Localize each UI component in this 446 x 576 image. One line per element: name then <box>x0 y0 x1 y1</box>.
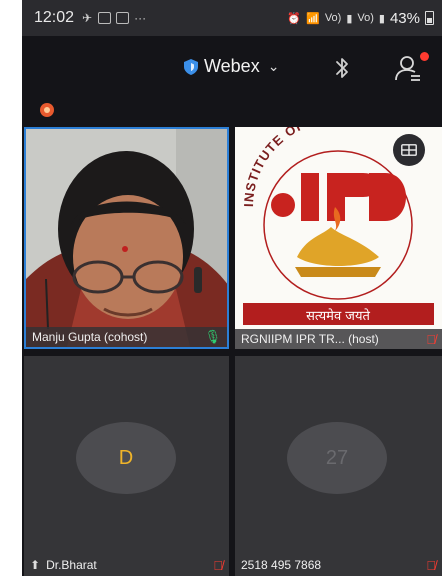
overflow-indicator: ··· <box>134 11 147 25</box>
battery-icon <box>425 11 434 25</box>
logo-footer-text: सत्यमेव जयते <box>306 308 370 324</box>
participant-name: RGNIIPM IPR TR... (host) <box>241 332 379 346</box>
participants-icon[interactable] <box>394 54 422 82</box>
chevron-down-icon: ⌄ <box>267 58 280 74</box>
mic-muted-icon: 🎙̸ <box>426 331 436 347</box>
volte-label-2: Vo) <box>357 12 374 24</box>
layout-toggle-button[interactable] <box>393 134 425 166</box>
bluetooth-icon[interactable] <box>332 56 352 80</box>
participant-name-bar: Manju Gupta (cohost) 🎙 <box>26 327 227 347</box>
participant-tile-avatar[interactable]: 27 2518 495 7868 🎙̸ <box>235 356 442 576</box>
participant-tile-video[interactable]: Manju Gupta (cohost) 🎙 <box>24 127 229 349</box>
recording-indicator-icon <box>40 103 54 117</box>
avatar: 27 <box>287 422 387 494</box>
participant-name: Manju Gupta (cohost) <box>32 330 148 344</box>
participant-name-bar: 2518 495 7868 🎙̸ <box>235 554 442 576</box>
notification-icon <box>98 12 112 24</box>
participant-name-bar: RGNIIPM IPR TR... (host) 🎙̸ <box>235 329 442 349</box>
status-bar: 12:02 ✈ ··· ⏰ 📶 Vo) ▮ Vo) ▮ 43% <box>22 0 442 36</box>
mic-on-icon: 🎙 <box>204 329 221 344</box>
wifi-icon: 📶 <box>306 12 320 25</box>
grid-icon <box>401 144 417 156</box>
notification-dot <box>420 52 429 61</box>
avatar: D <box>76 422 176 494</box>
webex-switcher[interactable]: Webex ⌄ <box>184 56 279 77</box>
participant-name-bar: ⬆ Dr.Bharat 🎙̸ <box>24 554 229 576</box>
mic-muted-icon: 🎙̸ <box>426 557 436 573</box>
signal-icon-1: ▮ <box>346 12 353 25</box>
participant-name: Dr.Bharat <box>46 558 97 572</box>
clock: 12:02 <box>34 9 75 26</box>
alarm-icon: ⏰ <box>287 12 302 25</box>
status-right: ⏰ 📶 Vo) ▮ Vo) ▮ 43% <box>287 10 434 27</box>
mic-muted-icon: 🎙̸ <box>213 557 223 573</box>
webex-meeting-screen: 12:02 ✈ ··· ⏰ 📶 Vo) ▮ Vo) ▮ 43% Webex ⌄ <box>22 0 442 576</box>
notification-icon-2 <box>116 12 130 24</box>
shield-icon <box>184 58 198 75</box>
participant-tile-avatar[interactable]: D ⬆ Dr.Bharat 🎙̸ <box>24 356 229 576</box>
navigation-icon: ✈ <box>82 11 93 25</box>
volte-label-1: Vo) <box>324 12 342 24</box>
share-screen-icon: ⬆ <box>30 558 41 572</box>
participant-video-feed <box>26 129 227 347</box>
battery-percent: 43% <box>389 9 420 27</box>
webex-label: Webex <box>204 56 260 76</box>
app-bar: Webex ⌄ <box>22 36 442 98</box>
participant-name: 2518 495 7868 <box>241 558 322 572</box>
signal-icon-2: ▮ <box>378 12 385 25</box>
